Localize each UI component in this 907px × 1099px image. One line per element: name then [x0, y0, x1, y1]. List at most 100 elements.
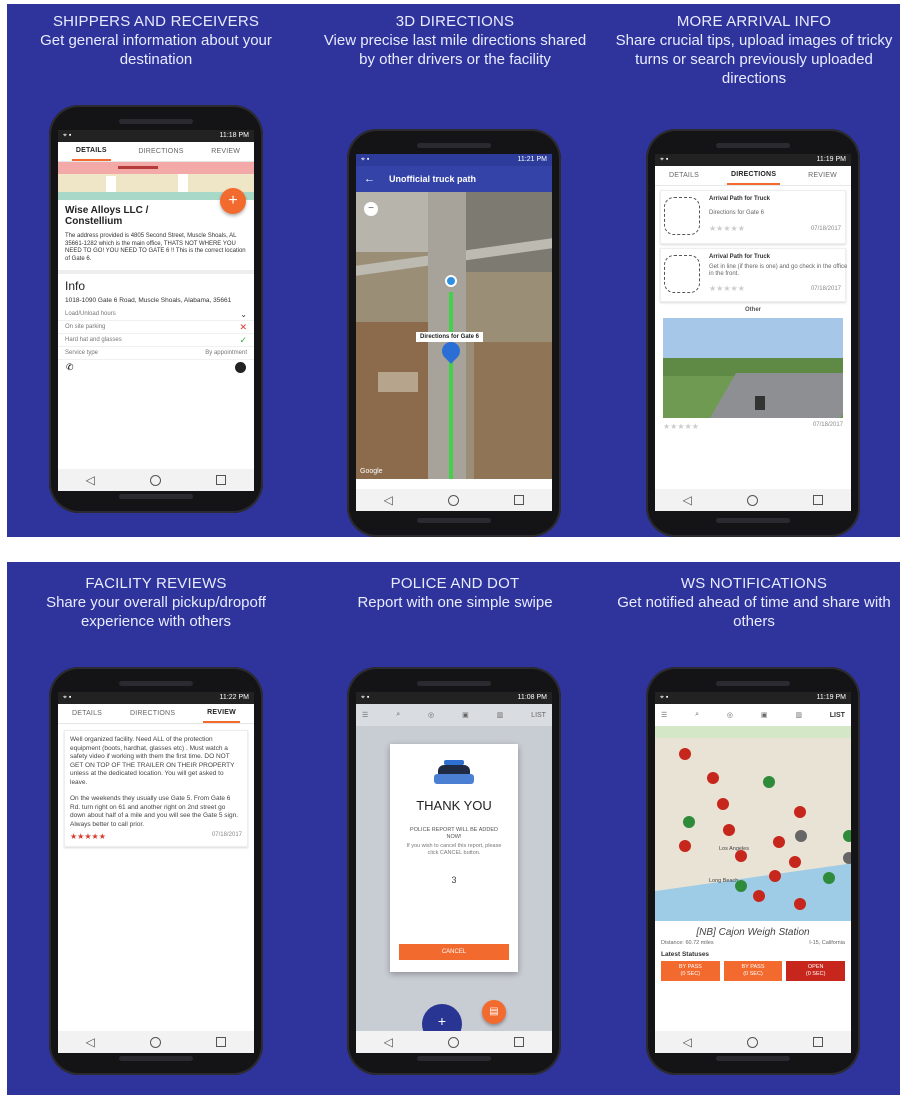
- image-icon[interactable]: ▣: [462, 711, 469, 719]
- phone-icon[interactable]: ✆: [66, 362, 74, 373]
- menu-icon[interactable]: ☰: [362, 711, 368, 719]
- tab-review[interactable]: REVIEW: [203, 704, 240, 723]
- globe-icon[interactable]: [235, 362, 246, 373]
- route: I-15, California: [809, 940, 845, 946]
- tab-review[interactable]: REVIEW: [211, 148, 240, 155]
- card-text: Directions for Gate 6: [709, 210, 765, 216]
- tab-details[interactable]: DETAILS: [72, 710, 102, 717]
- locate-icon[interactable]: ◎: [727, 711, 733, 719]
- cancel-button[interactable]: CANCEL: [399, 944, 509, 960]
- caption-title: FACILITY REVIEWS: [85, 575, 227, 592]
- list-button[interactable]: LIST: [531, 712, 546, 719]
- home-button[interactable]: [448, 1036, 460, 1048]
- nav-bar: ◁: [356, 489, 552, 511]
- station-name: [NB] Cajon Weigh Station: [696, 927, 810, 938]
- caption-3d: 3D DIRECTIONS View precise last mile dir…: [315, 12, 595, 69]
- card-title: Arrival Path for Truck: [709, 196, 771, 202]
- recents-button[interactable]: [813, 495, 824, 505]
- card-text: Get in line (if there is one) and go che…: [709, 264, 848, 277]
- home-button[interactable]: [747, 1036, 759, 1048]
- back-arrow-icon[interactable]: ←: [364, 173, 375, 185]
- trash-icon[interactable]: ▥: [497, 711, 504, 719]
- caption-title: 3D DIRECTIONS: [395, 13, 515, 30]
- row-parking: On site parking ✕: [58, 321, 254, 334]
- locate-icon[interactable]: ◎: [428, 711, 434, 719]
- zoom-out-button[interactable]: −: [364, 202, 378, 216]
- weigh-station-map[interactable]: Los Angeles Long Beach: [655, 726, 851, 921]
- tab-directions[interactable]: DIRECTIONS: [130, 710, 175, 717]
- info-heading: Info: [65, 279, 86, 293]
- map-toolbar: ☰ ⌕ ◎ ▣ ▥ LIST: [356, 704, 552, 726]
- direction-card[interactable]: Arrival Path for Truck Get in line (if t…: [660, 248, 848, 302]
- add-fab[interactable]: +: [422, 1004, 462, 1031]
- station-markers: [679, 748, 851, 910]
- back-button[interactable]: ◁: [86, 473, 95, 487]
- add-button[interactable]: +: [220, 188, 246, 214]
- image-icon[interactable]: ▣: [761, 711, 768, 719]
- row-hardhat: Hard hat and glasses ✓: [58, 334, 254, 347]
- card-title: Arrival Path for Truck: [709, 254, 771, 260]
- chevron-down-icon: ⌄: [240, 309, 247, 319]
- list-button[interactable]: LIST: [830, 712, 845, 719]
- direction-card[interactable]: Arrival Path for Truck Directions for Ga…: [660, 190, 846, 244]
- satellite-map[interactable]: − Directions for Gate 6 Google: [356, 192, 552, 479]
- phone-3d-directions: ⌖ ▪ 11:21 PM ← Unofficial truck path − Di…: [347, 129, 561, 537]
- screen: ⌖ ▪ 11:21 PM ← Unofficial truck path − Di…: [356, 154, 552, 511]
- police-car-icon: [434, 760, 474, 786]
- map-label: Directions for Gate 6: [416, 332, 484, 342]
- back-button[interactable]: ◁: [384, 493, 393, 507]
- dialog-title: THANK YOU: [416, 798, 492, 813]
- tab-details[interactable]: DETAILS: [669, 172, 699, 179]
- home-button[interactable]: [448, 494, 460, 506]
- back-button[interactable]: ◁: [86, 1035, 95, 1049]
- toolbar-title: Unofficial truck path: [389, 174, 477, 184]
- tab-directions[interactable]: DIRECTIONS: [727, 166, 781, 185]
- facility-note: The address provided is 4805 Second Stre…: [65, 233, 246, 262]
- tab-bar: DETAILS DIRECTIONS REVIEW: [655, 166, 851, 186]
- tab-review[interactable]: REVIEW: [808, 172, 837, 179]
- recents-button[interactable]: [514, 1037, 525, 1047]
- back-button[interactable]: ◁: [683, 1035, 692, 1049]
- path-diagram-icon: [664, 197, 700, 235]
- back-button[interactable]: ◁: [683, 493, 692, 507]
- back-button[interactable]: ◁: [384, 1035, 393, 1049]
- path-diagram-icon: [664, 255, 700, 293]
- distance: Distance: 60.72 miles: [661, 940, 714, 946]
- home-button[interactable]: [747, 494, 759, 506]
- tab-details[interactable]: DETAILS: [71, 142, 111, 161]
- status-bypass[interactable]: BY PASS (0 SEC): [661, 961, 720, 981]
- caption-title: MORE ARRIVAL INFO: [676, 13, 832, 30]
- facility-name: Wise Alloys LLC / Constellium: [65, 205, 149, 227]
- recents-button[interactable]: [216, 475, 227, 485]
- caption-desc: View precise last mile directions shared…: [323, 32, 587, 68]
- recents-button[interactable]: [813, 1037, 824, 1047]
- status-buttons: BY PASS (0 SEC) BY PASS (0 SEC) OPEN (0 SEC…: [655, 961, 851, 981]
- tab-bar: DETAILS DIRECTIONS REVIEW: [58, 704, 254, 724]
- rating-stars: ★★★★★: [663, 422, 699, 431]
- thank-you-dialog: THANK YOU POLICE REPORT WILL BE ADDED NO…: [390, 744, 518, 972]
- report-button[interactable]: ▤: [482, 1000, 506, 1024]
- recents-button[interactable]: [514, 495, 525, 505]
- caption-notifications: WS NOTIFICATIONS Get notified ahead of t…: [614, 574, 894, 631]
- direction-photo[interactable]: [663, 318, 843, 418]
- row-load-hours[interactable]: Load/Unload hours ⌄: [58, 308, 254, 321]
- tab-directions[interactable]: DIRECTIONS: [138, 148, 183, 155]
- rating-stars: ★★★★★: [709, 284, 745, 293]
- status-open[interactable]: OPEN (0 SEC): [786, 961, 846, 981]
- search-icon[interactable]: ⌕: [396, 711, 400, 719]
- home-button[interactable]: [150, 1036, 162, 1048]
- home-button[interactable]: [150, 474, 162, 486]
- recents-button[interactable]: [216, 1037, 227, 1047]
- search-icon[interactable]: ⌕: [695, 711, 699, 719]
- phone-details: ⌖ ▪ 11:18 PM DETAILS DIRECTIONS REVIEW + …: [49, 105, 263, 513]
- caption-title: POLICE AND DOT: [390, 575, 520, 592]
- nav-bar: ◁: [58, 469, 254, 491]
- status-bar: ⌖ ▪ 11:21 PM: [356, 154, 552, 166]
- status-bypass[interactable]: BY PASS (0 SEC): [723, 961, 783, 981]
- caption-reviews: FACILITY REVIEWS Share your overall pick…: [16, 574, 296, 631]
- close-icon: ✕: [239, 321, 247, 332]
- rating-stars: ★★★★★: [709, 224, 745, 233]
- trash-icon[interactable]: ▥: [795, 711, 802, 719]
- nav-bar: ◁: [58, 1031, 254, 1053]
- menu-icon[interactable]: ☰: [661, 711, 667, 719]
